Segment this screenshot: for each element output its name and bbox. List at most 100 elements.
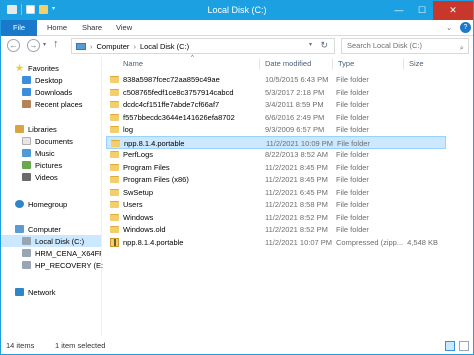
nav-libraries[interactable]: Libraries	[15, 123, 115, 135]
folder-icon	[110, 126, 119, 133]
file-type: File folder	[336, 200, 369, 209]
nav-item-local-disk[interactable]: Local Disk (C:)	[1, 235, 101, 247]
tab-home[interactable]: Home	[47, 20, 67, 36]
file-date: 11/2/2021 8:45 PM	[265, 162, 328, 172]
folder-icon	[110, 201, 119, 208]
file-date: 11/2/2021 8:45 PM	[265, 175, 328, 184]
address-separator: ›	[90, 41, 93, 51]
file-name: 838a5987fcec72aa859c49ae	[123, 75, 220, 84]
nav-label: Music	[35, 148, 55, 158]
column-header-name[interactable]: Name	[123, 57, 143, 70]
file-row[interactable]: Windows 11/2/2021 8:52 PM File folder	[106, 211, 446, 224]
file-row[interactable]: 838a5987fcec72aa859c49ae 10/5/2015 6:43 P…	[106, 73, 446, 86]
nav-homegroup[interactable]: Homegroup	[15, 198, 115, 210]
drive-icon	[22, 249, 31, 257]
address-separator: ›	[133, 41, 136, 51]
file-name: log	[123, 125, 134, 134]
help-icon[interactable]: ?	[460, 22, 471, 33]
address-bar[interactable]: › Computer › Local Disk (C:) ▾ ↻	[71, 38, 335, 54]
explorer-window: ▾ Local Disk (C:) — ☐ ✕ File Home Share …	[0, 0, 474, 355]
file-name: PerfLogs	[123, 150, 154, 159]
file-name: Windows	[123, 212, 154, 222]
refresh-icon[interactable]: ↻	[320, 40, 328, 51]
file-row[interactable]: Users 11/2/2021 8:58 PM File folder	[106, 198, 446, 211]
file-row[interactable]: c508765fedf1ce8c3757914cabcd 5/3/2017 2:1…	[106, 86, 446, 99]
folder-icon	[110, 76, 119, 83]
file-row[interactable]: log 9/3/2009 6:57 PM File folder	[106, 123, 446, 136]
file-name: Program Files	[123, 162, 170, 172]
folder-icon	[110, 101, 119, 108]
file-row[interactable]: Program Files 11/2/2021 8:45 PM File folde…	[106, 161, 446, 174]
folder-icon	[110, 188, 119, 196]
nav-favorites[interactable]: Favorites	[15, 62, 115, 74]
libraries-icon	[15, 125, 24, 133]
file-row[interactable]: dcdc4cf151ffe7abde7cf66af7 3/4/2011 8:59 …	[106, 98, 446, 111]
file-date: 11/2/2021 8:52 PM	[265, 225, 328, 234]
navigation-pane: Favorites Desktop Downloads Recent place…	[1, 57, 106, 336]
file-name: Users	[123, 200, 143, 209]
column-divider[interactable]	[332, 58, 333, 70]
tab-file[interactable]: File	[1, 20, 37, 36]
address-segment-computer[interactable]: Computer	[97, 42, 130, 51]
file-date: 11/2/2021 10:07 PM	[265, 237, 332, 247]
file-name: Program Files (x86)	[123, 175, 189, 184]
file-date: 10/5/2015 6:43 PM	[265, 75, 329, 84]
recent-locations-icon[interactable]: ▾	[43, 41, 46, 48]
tab-share[interactable]: Share	[82, 20, 102, 36]
column-header-date[interactable]: Date modified	[265, 57, 311, 70]
file-date: 5/3/2017 2:18 PM	[265, 87, 325, 97]
ribbon: File Home Share View ⌄ ?	[1, 20, 473, 36]
column-divider[interactable]	[403, 58, 404, 70]
address-dropdown-icon[interactable]: ▾	[309, 41, 312, 48]
nav-label: Downloads	[35, 87, 73, 97]
nav-label: Favorites	[28, 63, 59, 73]
nav-computer[interactable]: Computer	[15, 223, 115, 235]
forward-button[interactable]: →	[27, 39, 40, 52]
downloads-icon	[22, 88, 31, 96]
file-date: 11/2/2021 8:52 PM	[265, 212, 328, 222]
details-view-icon[interactable]	[445, 341, 455, 351]
folder-icon	[110, 226, 119, 233]
nav-label: Computer	[28, 224, 61, 234]
up-button[interactable]: ↑	[53, 38, 59, 50]
column-divider[interactable]	[259, 58, 260, 70]
nav-item-hrm-cena[interactable]: HRM_CENA_X64FRE	[22, 247, 101, 259]
address-segment-local-disk[interactable]: Local Disk (C:)	[140, 42, 189, 51]
nav-label: Desktop	[35, 75, 63, 85]
ribbon-expand-icon[interactable]: ⌄	[446, 20, 452, 36]
tab-view[interactable]: View	[116, 20, 132, 36]
item-count: 14 items	[6, 341, 35, 350]
close-button[interactable]: ✕	[433, 1, 473, 20]
file-row[interactable]: Windows.old 11/2/2021 8:52 PM File folder	[106, 223, 446, 236]
documents-icon	[22, 137, 31, 145]
file-type: File folder	[336, 87, 369, 97]
file-row[interactable]: npp.8.1.4.portable 11/2/2021 10:07 PM Comp…	[106, 236, 446, 249]
file-list: Name ^ Date modified Type Size 838a5987f…	[103, 55, 473, 336]
back-button[interactable]: ←	[7, 39, 20, 52]
file-row[interactable]: PerfLogs 8/22/2013 8:52 AM File folder	[106, 148, 446, 161]
nav-network[interactable]: Network	[15, 286, 115, 298]
file-row[interactable]: npp.8.1.4.portable 11/2/2021 10:09 PM File…	[106, 135, 446, 149]
folder-icon	[110, 176, 119, 183]
selection-count: 1 item selected	[55, 341, 106, 350]
search-input[interactable]: Search Local Disk (C:) ⌕	[341, 38, 469, 54]
large-icons-view-icon[interactable]	[459, 341, 469, 351]
file-row[interactable]: f557bbecdc3644e141626efa8702 6/6/2016 2:4…	[106, 111, 446, 124]
recent-places-icon	[22, 100, 31, 108]
file-row[interactable]: Program Files (x86) 11/2/2021 8:45 PM File…	[106, 173, 446, 186]
column-header-size[interactable]: Size	[409, 57, 424, 70]
nav-label: Documents	[35, 136, 73, 146]
column-header-type[interactable]: Type	[338, 57, 354, 70]
file-date: 8/22/2013 8:52 AM	[265, 150, 328, 159]
nav-label: Libraries	[28, 124, 57, 134]
file-row[interactable]: SwSetup 11/2/2021 6:45 PM File folder	[106, 186, 446, 199]
computer-icon	[15, 225, 24, 233]
nav-label: Recent places	[35, 99, 83, 109]
minimize-button[interactable]: —	[387, 1, 411, 20]
file-name: c508765fedf1ce8c3757914cabcd	[123, 87, 234, 97]
file-type: File folder	[336, 150, 369, 159]
pictures-icon	[22, 161, 31, 169]
file-date: 9/3/2009 6:57 PM	[265, 125, 325, 134]
maximize-button[interactable]: ☐	[411, 1, 433, 20]
nav-label: Network	[28, 287, 56, 297]
